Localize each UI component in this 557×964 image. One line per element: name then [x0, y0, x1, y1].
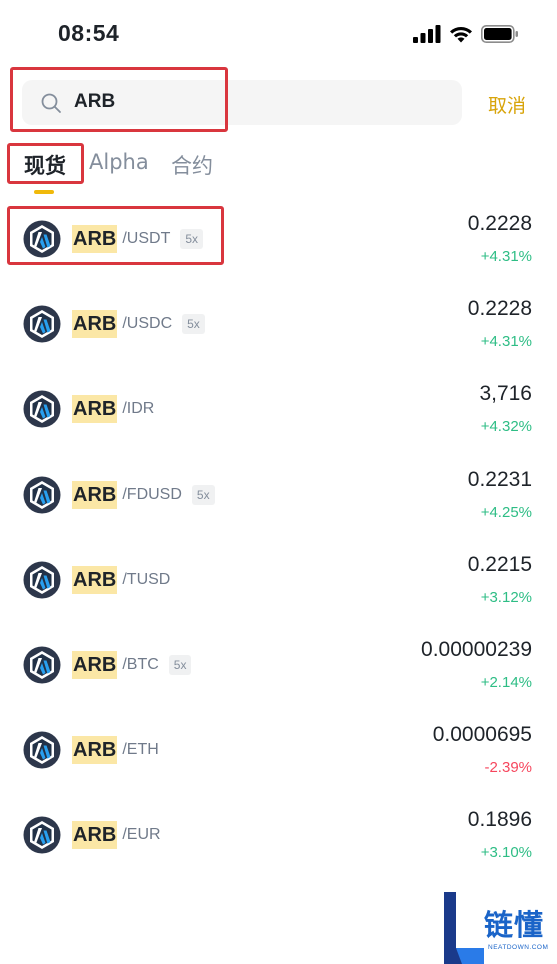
arbitrum-logo-icon: [23, 220, 61, 258]
last-price: 0.2215: [467, 552, 532, 576]
quote-asset: /IDR: [122, 400, 155, 418]
base-asset: ARB: [72, 565, 118, 594]
leverage-badge: 5x: [168, 655, 192, 675]
arbitrum-logo-icon: [23, 731, 61, 769]
price-change: +3.10%: [480, 844, 532, 862]
pair-name: ARB /USDC 5x: [72, 309, 205, 339]
wifi-icon: [450, 27, 472, 43]
quote-asset: /ETH: [122, 741, 159, 759]
market-row[interactable]: ARB /ETH 0.0000695 -2.39%: [0, 711, 557, 796]
base-asset: ARB: [72, 395, 118, 424]
market-row[interactable]: ARB /USDT 5x 0.2228 +4.31%: [0, 200, 557, 285]
leverage-badge: 5x: [182, 314, 205, 335]
price-change: +4.31%: [480, 333, 532, 351]
last-price: 0.1896: [467, 808, 532, 832]
arbitrum-logo-icon: [23, 561, 61, 599]
market-row[interactable]: ARB /IDR 3,716 +4.32%: [0, 370, 557, 455]
search-query: ARB: [74, 91, 116, 112]
base-asset: ARB: [72, 310, 118, 339]
price-change: +4.31%: [480, 248, 532, 265]
arbitrum-logo-icon: [23, 305, 61, 343]
status-icons: [413, 24, 519, 44]
pair-name: ARB /FDUSD 5x: [72, 480, 215, 510]
active-tab-indicator: [34, 190, 54, 194]
quote-asset: /USDT: [122, 230, 171, 247]
market-row[interactable]: ARB /USDC 5x 0.2228 +4.31%: [0, 285, 557, 370]
watermark-brand-en: NEATDOWN.COM: [488, 944, 549, 951]
market-tabs: 现货 Alpha 合约: [0, 145, 557, 195]
price-change: +4.32%: [480, 418, 532, 436]
search-input[interactable]: ARB: [22, 80, 462, 125]
market-row[interactable]: ARB /FDUSD 5x 0.2231 +4.25%: [0, 456, 557, 541]
search-icon: [41, 93, 61, 113]
last-price: 0.2228: [467, 297, 532, 321]
last-price: 0.2231: [467, 467, 532, 491]
status-bar: 08:54: [0, 0, 557, 62]
leverage-badge: 5x: [180, 229, 204, 249]
arbitrum-logo-icon: [23, 816, 61, 854]
pair-name: ARB /ETH: [72, 735, 159, 765]
quote-asset: /EUR: [122, 826, 161, 844]
price-change: +2.14%: [480, 674, 532, 691]
watermark-logo: 链懂 NEATDOWN.COM: [440, 892, 557, 964]
last-price: 0.2228: [467, 212, 532, 235]
pair-name: ARB /IDR: [72, 394, 154, 424]
market-row[interactable]: ARB /BTC 5x 0.00000239 +2.14%: [0, 626, 557, 711]
status-time: 08:54: [58, 20, 120, 46]
battery-icon: [481, 25, 518, 43]
pair-name: ARB /EUR: [72, 820, 161, 850]
watermark-l-logo-icon: [444, 892, 484, 964]
cancel-button[interactable]: 取消: [488, 91, 526, 118]
price-change: +3.12%: [480, 588, 532, 606]
arbitrum-logo-icon: [23, 646, 61, 684]
tab-futures[interactable]: 合约: [171, 150, 213, 180]
quote-asset: /USDC: [122, 315, 173, 333]
base-asset: ARB: [72, 821, 118, 850]
pair-name: ARB /BTC 5x: [72, 650, 192, 680]
market-row[interactable]: ARB /EUR 0.1896 +3.10%: [0, 796, 557, 881]
price-change: +4.25%: [480, 503, 532, 521]
last-price: 3,716: [479, 382, 532, 406]
market-row[interactable]: ARB /TUSD 0.2215 +3.12%: [0, 541, 557, 626]
price-change: -2.39%: [484, 759, 532, 777]
quote-asset: /TUSD: [122, 570, 171, 588]
last-price: 0.00000239: [421, 638, 532, 661]
quote-asset: /FDUSD: [122, 485, 182, 503]
search-row: ARB 取消: [0, 70, 557, 134]
quote-asset: /BTC: [122, 656, 159, 673]
arbitrum-logo-icon: [23, 476, 61, 514]
arbitrum-logo-icon: [23, 390, 61, 428]
base-asset: ARB: [72, 225, 118, 253]
leverage-badge: 5x: [191, 484, 215, 505]
tab-spot[interactable]: 现货: [24, 150, 66, 180]
base-asset: ARB: [72, 651, 118, 679]
pair-name: ARB /TUSD: [72, 565, 170, 595]
last-price: 0.0000695: [432, 723, 532, 747]
cellular-signal-icon: [413, 25, 441, 43]
tab-alpha[interactable]: Alpha: [89, 150, 149, 174]
pair-name: ARB /USDT 5x: [72, 224, 204, 254]
base-asset: ARB: [72, 736, 118, 765]
base-asset: ARB: [72, 480, 118, 509]
watermark-brand-cn: 链懂: [484, 908, 545, 942]
